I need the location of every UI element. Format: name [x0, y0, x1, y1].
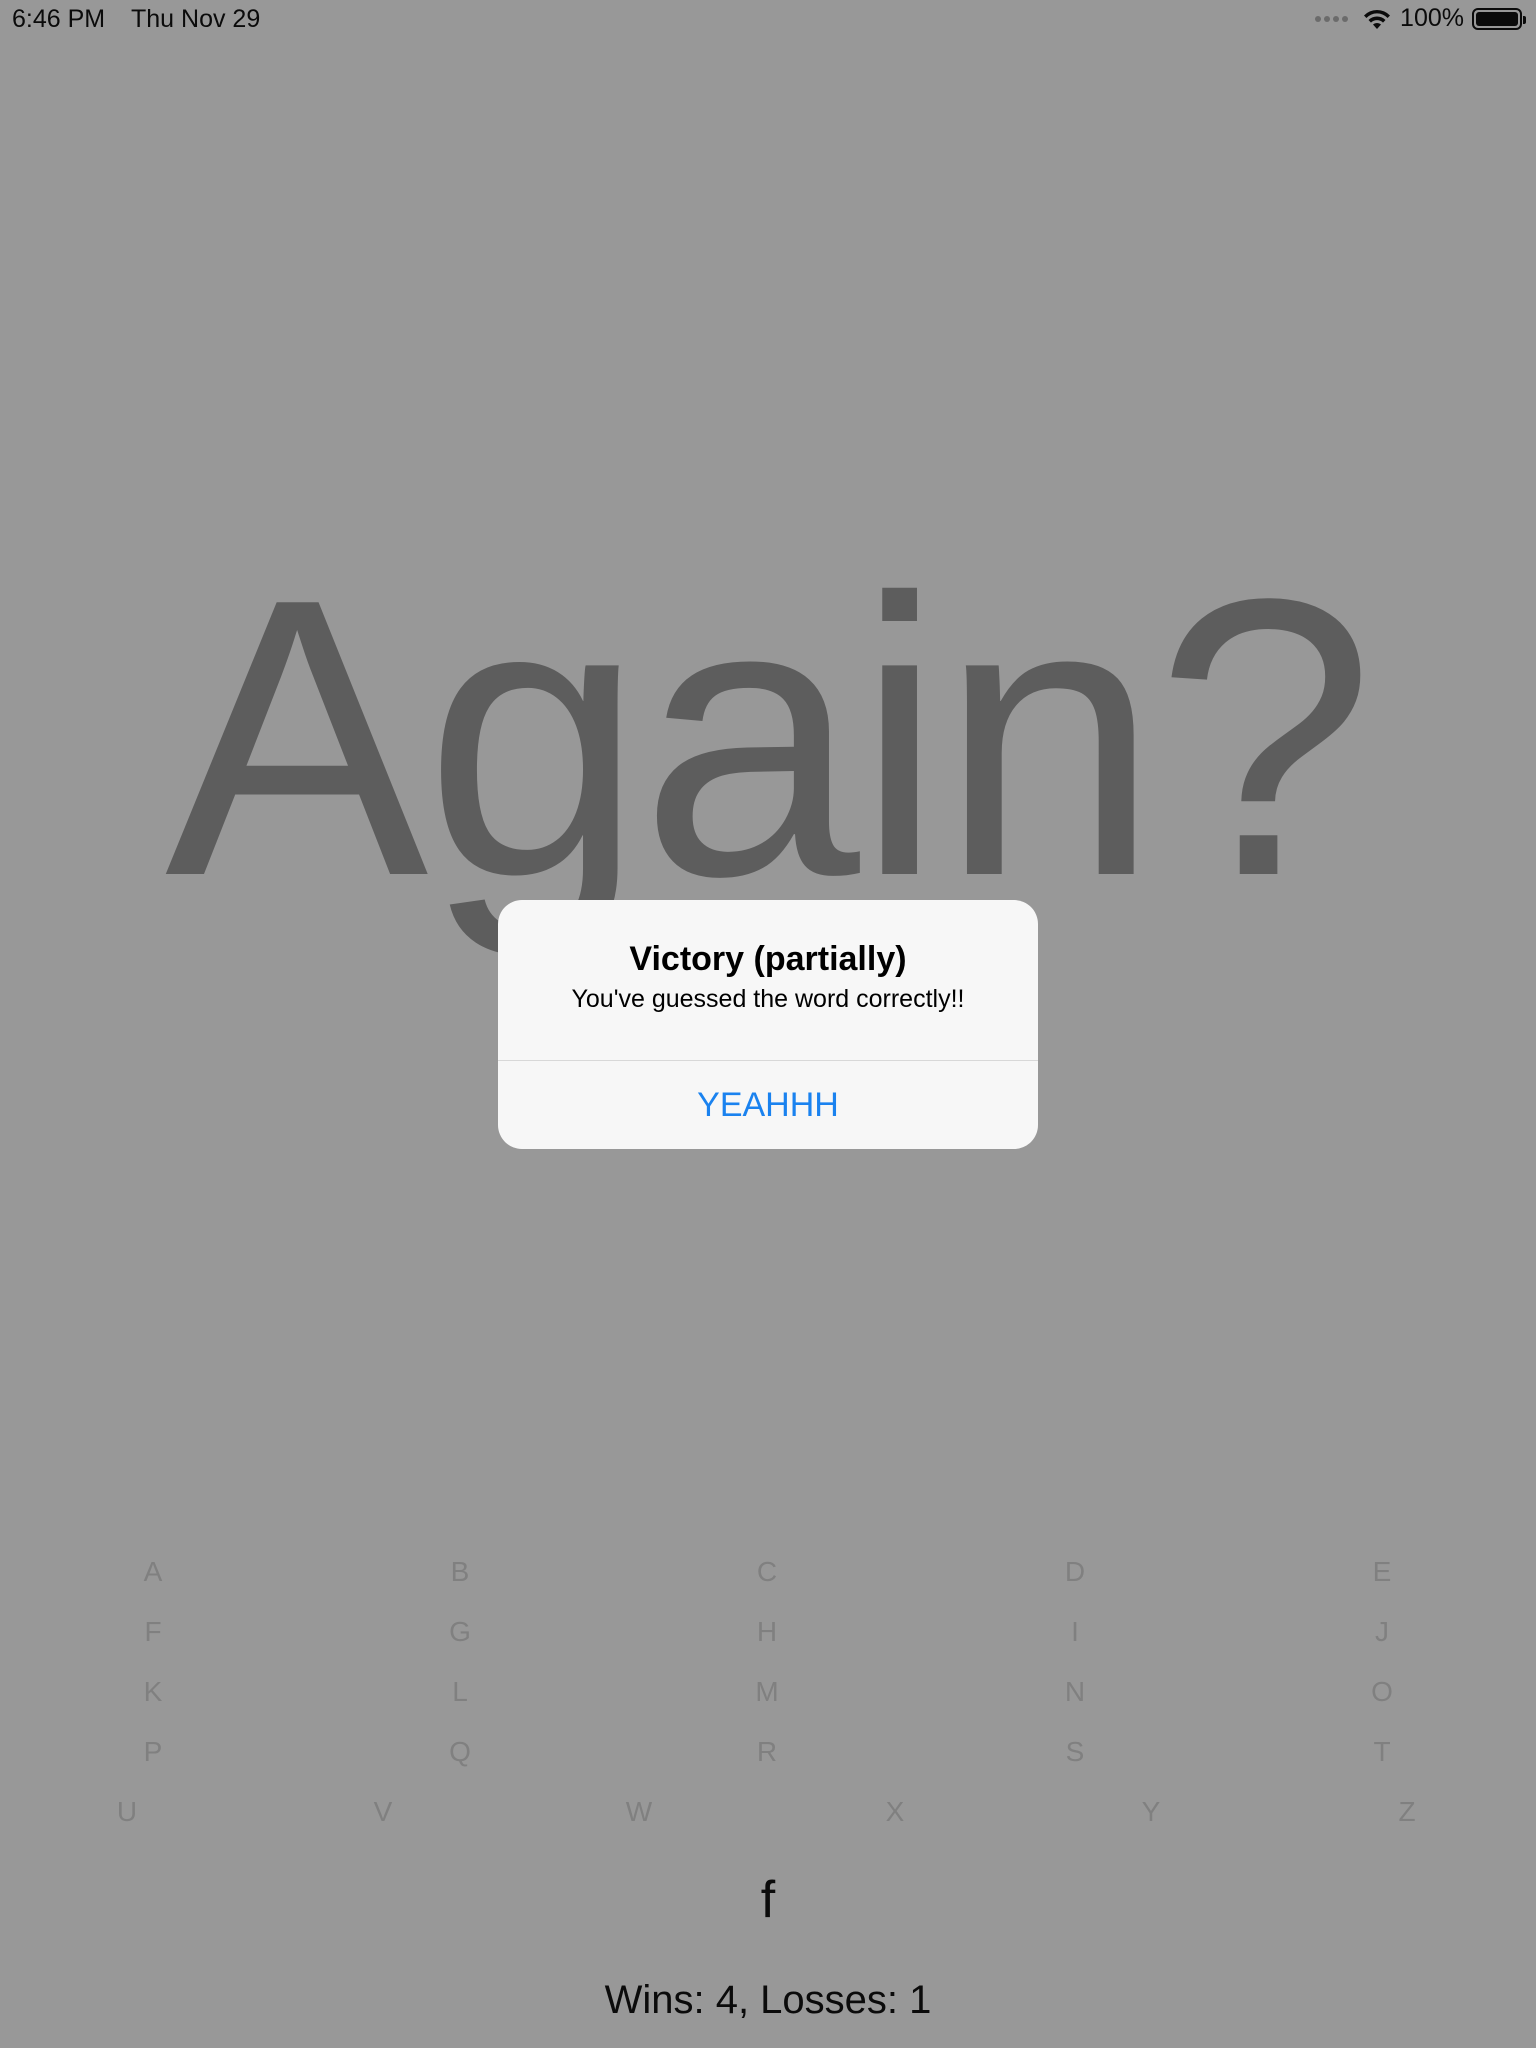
letter-key-p[interactable]: P [123, 1736, 183, 1768]
letter-key-t[interactable]: T [1352, 1736, 1412, 1768]
letter-key-u[interactable]: U [97, 1796, 157, 1828]
letter-key-y[interactable]: Y [1121, 1796, 1181, 1828]
screen: 6:46 PM Thu Nov 29 100% Again? A B C D E F G H I… [0, 0, 1536, 2048]
letter-key-a[interactable]: A [123, 1556, 183, 1588]
battery-percent: 100% [1400, 4, 1464, 32]
letter-key-v[interactable]: V [353, 1796, 413, 1828]
letter-key-l[interactable]: L [430, 1676, 490, 1708]
letter-key-h[interactable]: H [737, 1616, 797, 1648]
yeahhh-button[interactable]: YEAHHH [498, 1061, 1038, 1149]
letter-key-f[interactable]: F [123, 1616, 183, 1648]
letter-key-i[interactable]: I [1045, 1616, 1105, 1648]
big-word: Again? [165, 516, 1375, 958]
victory-alert: Victory (partially) You've guessed the w… [498, 900, 1038, 1149]
letter-key-z[interactable]: Z [1377, 1796, 1437, 1828]
letter-key-m[interactable]: M [737, 1676, 797, 1708]
letter-key-e[interactable]: E [1352, 1556, 1412, 1588]
status-bar: 6:46 PM Thu Nov 29 100% [0, 0, 1536, 40]
battery-icon [1472, 7, 1526, 30]
status-time: 6:46 PM [12, 5, 106, 33]
status-indicators: 100% [1315, 4, 1526, 33]
letter-key-r[interactable]: R [737, 1736, 797, 1768]
alert-message: You've guessed the word correctly!! [571, 985, 965, 1013]
letter-key-x[interactable]: X [865, 1796, 925, 1828]
letter-key-d[interactable]: D [1045, 1556, 1105, 1588]
alert-title: Victory (partially) [629, 940, 907, 978]
letter-key-b[interactable]: B [430, 1556, 490, 1588]
letter-key-g[interactable]: G [430, 1616, 490, 1648]
current-guess: f [760, 1871, 776, 1929]
letter-key-q[interactable]: Q [430, 1736, 490, 1768]
letter-key-c[interactable]: C [737, 1556, 797, 1588]
letter-key-k[interactable]: K [123, 1676, 183, 1708]
cellular-dots-icon [1315, 15, 1349, 22]
letter-key-o[interactable]: O [1352, 1676, 1412, 1708]
letter-key-n[interactable]: N [1045, 1676, 1105, 1708]
status-date: Thu Nov 29 [131, 5, 261, 33]
letter-key-j[interactable]: J [1352, 1616, 1412, 1648]
letter-key-w[interactable]: W [609, 1796, 669, 1828]
wifi-icon [1364, 9, 1391, 29]
score-label: Wins: 4, Losses: 1 [604, 1978, 932, 2022]
letter-key-s[interactable]: S [1045, 1736, 1105, 1768]
